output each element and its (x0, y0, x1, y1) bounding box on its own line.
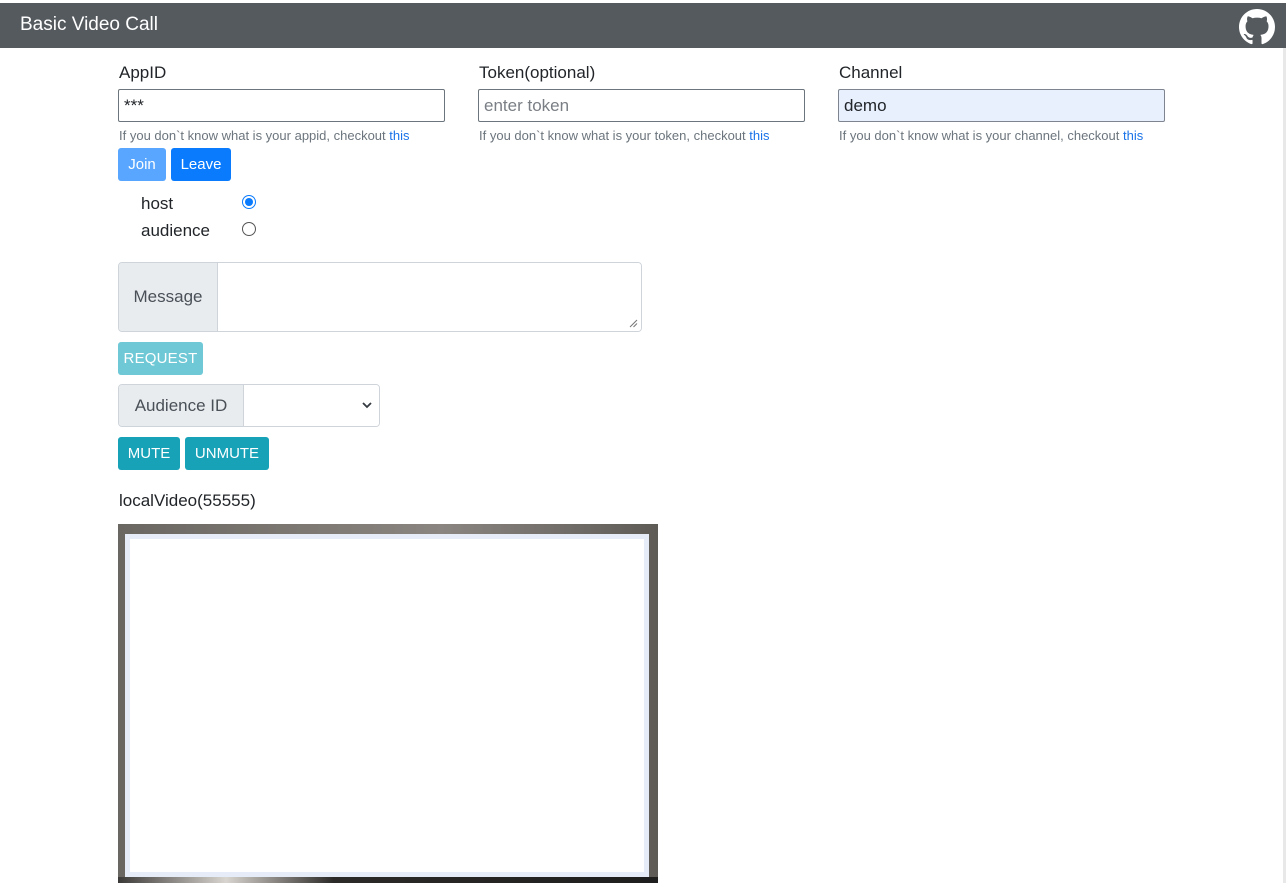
leave-button[interactable]: Leave (171, 148, 231, 181)
channel-label: Channel (839, 63, 903, 82)
token-placeholder: enter token (484, 96, 570, 115)
mute-button[interactable]: MUTE (118, 437, 180, 470)
message-input-group: Message (118, 262, 642, 332)
token-help: If you don`t know what is your token, ch… (479, 128, 770, 143)
local-video-player[interactable] (118, 524, 658, 883)
channel-input[interactable]: demo (838, 89, 1165, 122)
audience-id-group: Audience ID (118, 384, 380, 427)
unmute-button[interactable]: UNMUTE (185, 437, 269, 470)
appid-help-text: If you don`t know what is your appid, ch… (119, 128, 390, 143)
video-bottom-strip (118, 877, 658, 883)
channel-help-text: If you don`t know what is your channel, … (839, 128, 1123, 143)
resize-grip-icon[interactable] (629, 319, 638, 328)
role-audience-label: audience (141, 221, 211, 240)
navbar-title[interactable]: Basic Video Call (20, 14, 158, 36)
local-video-label: localVideo(55555) (119, 491, 256, 510)
channel-help: If you don`t know what is your channel, … (839, 128, 1143, 143)
request-button[interactable]: REQUEST (118, 342, 203, 375)
local-video-overlay (125, 534, 649, 877)
channel-value: demo (844, 96, 887, 115)
role-host-label: host (141, 194, 174, 213)
token-help-text: If you don`t know what is your token, ch… (479, 128, 750, 143)
role-audience-radio[interactable] (242, 222, 256, 236)
token-label: Token(optional) (479, 63, 596, 82)
token-input[interactable]: enter token (478, 89, 805, 122)
join-button[interactable]: Join (118, 148, 166, 181)
navbar: Basic Video Call (0, 3, 1286, 48)
message-addon-label: Message (119, 263, 218, 331)
appid-label: AppID (119, 63, 167, 82)
channel-help-link[interactable]: this (1123, 128, 1143, 143)
chevron-down-icon (362, 402, 372, 409)
role-host-radio[interactable] (242, 195, 256, 209)
appid-value: *** (124, 96, 144, 115)
appid-help-link[interactable]: this (389, 128, 409, 143)
appid-help: If you don`t know what is your appid, ch… (119, 128, 410, 143)
token-help-link[interactable]: this (749, 128, 769, 143)
audience-id-select[interactable] (245, 385, 379, 426)
message-textarea[interactable] (219, 263, 641, 331)
audience-id-label: Audience ID (119, 385, 244, 426)
appid-input[interactable]: *** (118, 89, 445, 122)
github-icon[interactable] (1239, 9, 1275, 45)
